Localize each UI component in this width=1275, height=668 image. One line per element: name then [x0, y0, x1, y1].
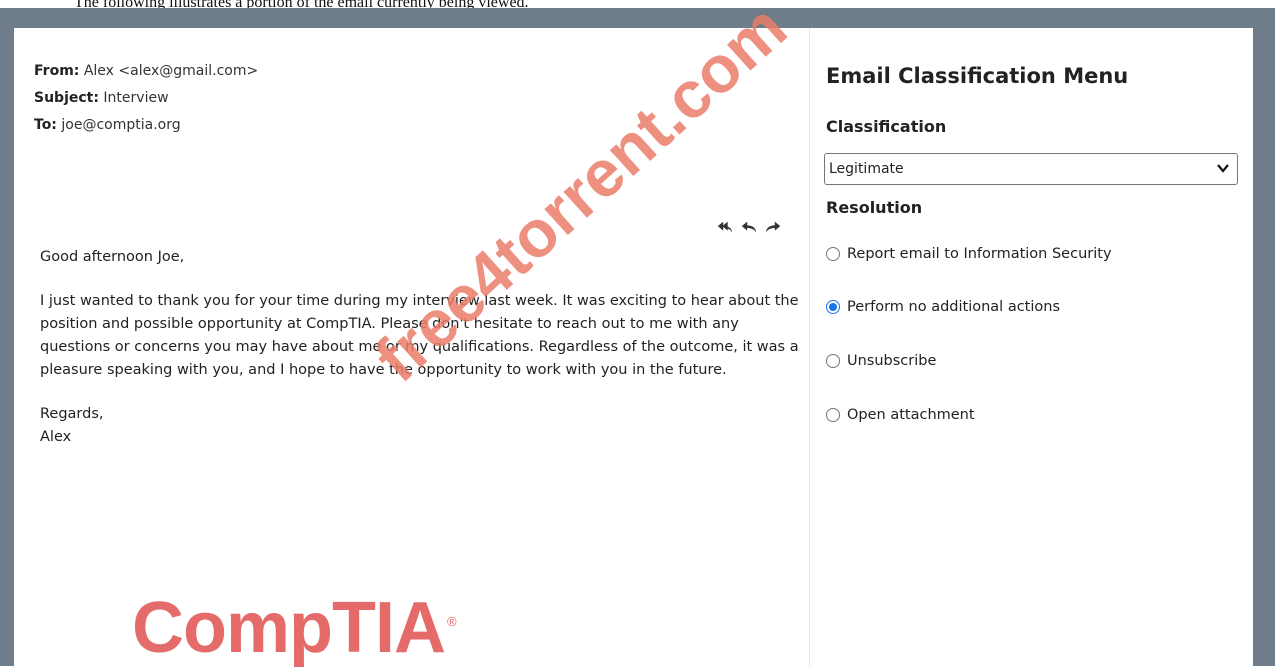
logo-text: CompTIA: [132, 588, 446, 668]
reply-all-icon[interactable]: [716, 219, 734, 235]
option-label: Open attachment: [847, 407, 975, 423]
option-unsubscribe[interactable]: Unsubscribe: [826, 353, 936, 369]
radio-no-action[interactable]: [826, 300, 840, 314]
option-label: Report email to Information Security: [847, 246, 1112, 262]
email-pane: From: Alex <alex@gmail.com> Subject: Int…: [14, 28, 810, 668]
logo-registered-mark: ®: [446, 614, 457, 629]
chevron-down-icon: [1217, 164, 1229, 173]
email-signature: Alex: [40, 429, 72, 445]
to-line: To: joe@comptia.org: [34, 112, 258, 139]
classification-label: Classification: [826, 117, 947, 136]
radio-report-email[interactable]: [826, 247, 840, 261]
option-label: Unsubscribe: [847, 353, 937, 369]
forward-icon[interactable]: [764, 219, 782, 235]
option-report-email[interactable]: Report email to Information Security: [826, 246, 1112, 262]
to-label: To:: [34, 117, 57, 133]
classification-select[interactable]: Legitimate: [824, 153, 1238, 185]
email-closing: Regards,: [40, 406, 104, 422]
email-greeting: Good afternoon Joe,: [40, 249, 185, 265]
subject-line: Subject: Interview: [34, 85, 258, 112]
menu-title: Email Classification Menu: [826, 64, 1129, 88]
email-body: Good afternoon Joe, I just wanted to tha…: [40, 246, 800, 449]
from-line: From: Alex <alex@gmail.com>: [34, 58, 258, 85]
radio-open-attachment[interactable]: [826, 408, 840, 422]
from-label: From:: [34, 63, 80, 79]
email-window: From: Alex <alex@gmail.com> Subject: Int…: [14, 28, 1253, 668]
classification-value: Legitimate: [829, 161, 904, 177]
classification-menu: Email Classification Menu Classification…: [810, 28, 1253, 666]
email-paragraph: I just wanted to thank you for your time…: [40, 293, 799, 378]
subject-label: Subject:: [34, 90, 99, 106]
to-value: joe@comptia.org: [61, 117, 181, 133]
outer-frame: From: Alex <alex@gmail.com> Subject: Int…: [0, 8, 1275, 668]
option-open-attachment[interactable]: Open attachment: [826, 407, 975, 423]
option-label: Perform no additional actions: [847, 299, 1061, 315]
radio-unsubscribe[interactable]: [826, 354, 840, 368]
subject-value: Interview: [103, 90, 169, 106]
reply-icon[interactable]: [740, 219, 758, 235]
option-no-action[interactable]: Perform no additional actions: [826, 299, 1060, 315]
from-value: Alex <alex@gmail.com>: [83, 63, 259, 79]
resolution-label: Resolution: [826, 198, 923, 217]
email-actions: [716, 219, 782, 235]
email-header: From: Alex <alex@gmail.com> Subject: Int…: [34, 58, 258, 139]
comptia-logo: CompTIA ®: [132, 588, 457, 668]
